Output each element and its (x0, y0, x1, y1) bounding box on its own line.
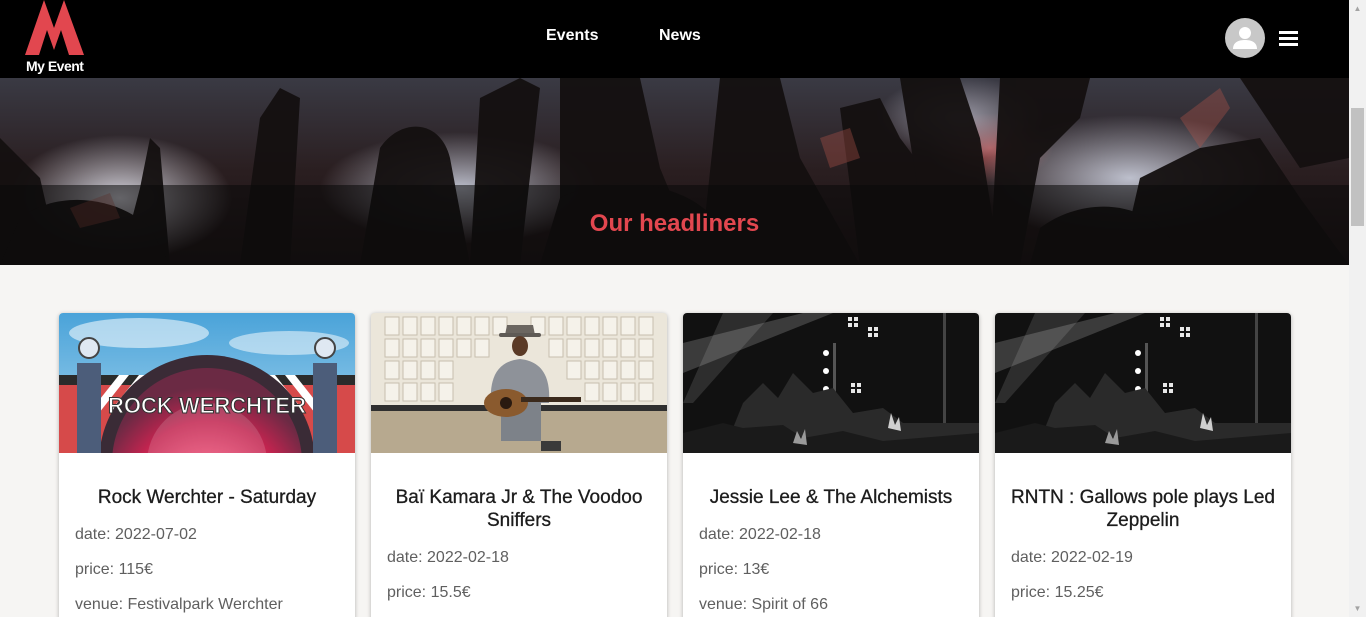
rock-werchter-festival-image: ROCK WERCHTER (59, 313, 355, 453)
hero-banner: Our headliners (0, 78, 1349, 265)
event-title[interactable]: RNTN : Gallows pole plays Led Zeppelin (1011, 486, 1275, 532)
event-card[interactable]: RNTN : Gallows pole plays Led Zeppelin d… (995, 313, 1291, 617)
event-price: price: 15.25€ (1011, 584, 1104, 601)
hamburger-menu-icon[interactable] (1279, 28, 1299, 48)
event-card[interactable]: Jessie Lee & The Alchemists date: 2022-0… (683, 313, 979, 617)
event-card-body: RNTN : Gallows pole plays Led Zeppelin d… (995, 453, 1291, 602)
logo-text: My Event (26, 58, 84, 74)
user-avatar-icon[interactable] (1225, 18, 1265, 58)
top-navigation-bar: My Event Events News (0, 0, 1349, 78)
scroll-down-arrow-icon[interactable]: ▼ (1349, 600, 1366, 617)
svg-text:ROCK WERCHTER: ROCK WERCHTER (108, 393, 306, 418)
event-card-body: Rock Werchter - Saturday date: 2022-07-0… (59, 453, 355, 614)
event-date: date: 2022-02-18 (387, 549, 509, 566)
concert-stage-lights-image (683, 313, 979, 453)
nav-link-events[interactable]: Events (546, 27, 598, 45)
event-title[interactable]: Rock Werchter - Saturday (75, 486, 339, 509)
event-price: price: 13€ (699, 561, 770, 578)
event-price: price: 15.5€ (387, 584, 471, 601)
event-venue: venue: Spirit of 66 (699, 596, 828, 613)
vertical-scrollbar[interactable]: ▲ ▼ (1349, 0, 1366, 617)
page-viewport: My Event Events News Our headliners ROCK… (0, 0, 1349, 617)
event-card-body: Jessie Lee & The Alchemists date: 2022-0… (683, 453, 979, 614)
concert-stage-lights-image (995, 313, 1291, 453)
event-venue: venue: Festivalpark Werchter (75, 596, 283, 613)
event-card[interactable]: ROCK WERCHTER Rock Werchter - Saturday d… (59, 313, 355, 617)
nav-link-news[interactable]: News (659, 27, 701, 45)
logo-mark-icon (25, 0, 84, 55)
event-card-body: Baï Kamara Jr & The Voodoo Sniffers date… (371, 453, 667, 602)
event-price: price: 115€ (75, 561, 153, 578)
event-date: date: 2022-07-02 (75, 526, 197, 543)
event-title[interactable]: Baï Kamara Jr & The Voodoo Sniffers (387, 486, 651, 532)
logo[interactable]: My Event (20, 0, 90, 78)
scroll-up-arrow-icon[interactable]: ▲ (1349, 0, 1366, 17)
event-date: date: 2022-02-19 (1011, 549, 1133, 566)
event-date: date: 2022-02-18 (699, 526, 821, 543)
section-title: Our headliners (589, 210, 760, 237)
event-card[interactable]: Baï Kamara Jr & The Voodoo Sniffers date… (371, 313, 667, 617)
scrollbar-thumb[interactable] (1351, 108, 1364, 226)
event-title[interactable]: Jessie Lee & The Alchemists (699, 486, 963, 509)
guitarist-portrait-image (371, 313, 667, 453)
